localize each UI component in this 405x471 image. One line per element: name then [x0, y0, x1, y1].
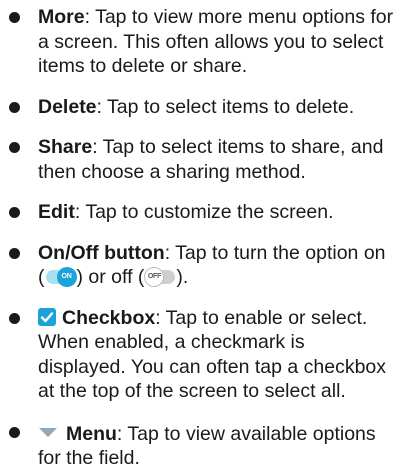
toggle-off-icon: OFF — [144, 267, 176, 287]
list-item-on-off-button: On/Off button: Tap to turn the option on… — [0, 241, 405, 290]
toggle-off-label: OFF — [144, 267, 165, 287]
description-more: : Tap to view more menu options for a sc… — [38, 6, 394, 77]
toggle-on-label: ON — [56, 267, 77, 287]
term-more: More — [38, 6, 85, 28]
description-delete: : Tap to select items to delete. — [96, 95, 355, 118]
list-item-edit: Edit: Tap to customize the screen. — [0, 200, 405, 225]
toggle-on-icon: ON — [45, 267, 77, 287]
description-on-off-c: ). — [176, 266, 189, 288]
list-item-menu: Menu: Tap to view available options for … — [0, 420, 405, 471]
term-edit: Edit — [38, 201, 75, 223]
term-checkbox: Checkbox — [62, 306, 156, 329]
list-item-delete: Delete: Tap to select items to delete. — [0, 95, 405, 120]
checkbox-checked-icon — [38, 307, 56, 326]
description-on-off-b: ) or off ( — [76, 266, 145, 288]
term-share: Share — [38, 136, 93, 158]
list-item-more: More: Tap to view more menu options for … — [0, 5, 405, 79]
help-list: More: Tap to view more menu options for … — [0, 0, 405, 471]
dropdown-triangle-icon — [38, 420, 58, 445]
term-delete: Delete — [38, 95, 97, 118]
description-edit: : Tap to customize the screen. — [74, 201, 334, 223]
list-item-checkbox: Checkbox: Tap to enable or select. When … — [0, 306, 405, 404]
term-menu: Menu — [66, 422, 117, 445]
list-item-share: Share: Tap to select items to share, and… — [0, 135, 405, 184]
term-on-off-button: On/Off button — [38, 241, 165, 264]
